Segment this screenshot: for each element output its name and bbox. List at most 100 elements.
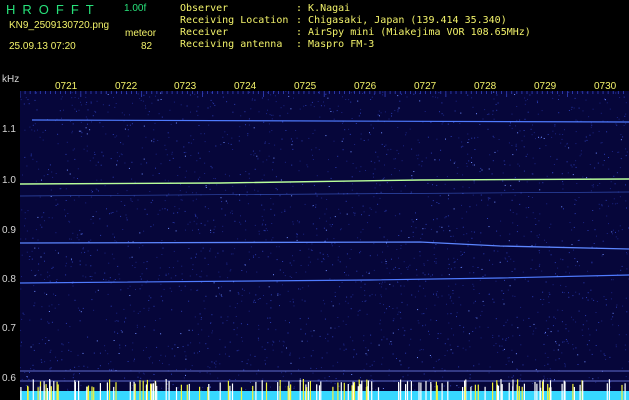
noise-pixel [231, 137, 233, 139]
noise-pixel [171, 290, 173, 292]
noise-pixel [532, 212, 534, 214]
noise-pixel [400, 311, 401, 313]
y-tick-0-8: 0.8 [2, 274, 16, 285]
noise-pixel [41, 216, 43, 218]
noise-pixel [185, 191, 187, 193]
noise-pixel [575, 131, 577, 133]
noise-pixel [575, 160, 577, 162]
noise-pixel [424, 274, 426, 276]
noise-pixel [71, 259, 72, 261]
noise-pixel [603, 160, 605, 161]
spectrogram-background [20, 91, 629, 400]
noise-pixel [550, 223, 552, 225]
noise-pixel [482, 118, 484, 120]
noise-pixel [377, 156, 379, 158]
noise-pixel [198, 125, 200, 126]
noise-pixel [117, 193, 119, 195]
noise-pixel [53, 293, 54, 295]
noise-pixel [535, 243, 537, 245]
noise-pixel [312, 159, 314, 160]
noise-pixel [528, 207, 530, 208]
noise-pixel [509, 209, 511, 211]
noise-pixel [282, 121, 284, 123]
noise-pixel [49, 164, 51, 166]
noise-pixel [202, 247, 204, 249]
noise-pixel [568, 292, 569, 294]
noise-pixel [147, 114, 149, 116]
noise-pixel [83, 148, 85, 150]
noise-pixel [196, 223, 198, 225]
noise-pixel [325, 94, 326, 95]
noise-pixel [148, 111, 150, 113]
noise-pixel [55, 356, 57, 358]
noise-pixel [72, 374, 74, 376]
noise-pixel [170, 277, 172, 279]
noise-pixel [450, 136, 452, 137]
noise-pixel [447, 215, 449, 217]
noise-pixel [496, 109, 498, 111]
noise-pixel [253, 299, 255, 301]
noise-pixel [161, 240, 163, 241]
noise-pixel [232, 149, 234, 150]
noise-pixel [476, 113, 477, 115]
noise-pixel [164, 144, 166, 146]
noise-pixel [546, 203, 548, 205]
noise-pixel [219, 363, 221, 365]
noise-pixel [364, 283, 366, 285]
noise-pixel [100, 234, 102, 236]
y-tick-1-0: 1.0 [2, 175, 16, 186]
noise-pixel [65, 215, 66, 217]
noise-pixel [187, 344, 189, 346]
noise-pixel [351, 374, 353, 375]
noise-pixel [51, 321, 53, 323]
noise-pixel [430, 356, 432, 358]
noise-pixel [104, 345, 106, 347]
noise-pixel [463, 331, 465, 333]
noise-pixel [86, 118, 88, 120]
noise-pixel [310, 367, 312, 369]
band-spike [129, 381, 131, 400]
noise-pixel [452, 302, 454, 304]
noise-pixel [241, 337, 243, 338]
noise-pixel [139, 232, 141, 234]
noise-pixel [503, 293, 505, 294]
noise-pixel [205, 187, 207, 188]
noise-pixel [171, 153, 173, 155]
noise-pixel [258, 324, 260, 326]
noise-pixel [542, 182, 544, 184]
noise-pixel [473, 365, 475, 367]
noise-pixel [421, 233, 423, 235]
noise-pixel [595, 329, 597, 331]
noise-pixel [190, 369, 192, 370]
noise-pixel [172, 157, 174, 159]
noise-pixel [298, 221, 300, 223]
noise-pixel [111, 369, 112, 371]
noise-pixel [381, 132, 383, 134]
noise-pixel [74, 108, 76, 110]
noise-pixel [529, 326, 531, 327]
noise-pixel [495, 103, 497, 105]
noise-pixel [95, 111, 97, 113]
noise-pixel [368, 272, 370, 274]
noise-pixel [86, 101, 88, 103]
noise-pixel [568, 252, 570, 254]
noise-pixel [388, 369, 390, 371]
noise-pixel [127, 129, 129, 131]
noise-pixel [160, 295, 162, 297]
noise-pixel [613, 198, 615, 200]
noise-pixel [469, 272, 471, 274]
noise-pixel [330, 111, 332, 112]
noise-pixel [289, 262, 291, 264]
noise-pixel [458, 296, 460, 298]
noise-pixel [49, 360, 51, 362]
noise-pixel [409, 264, 411, 266]
noise-pixel [129, 114, 130, 116]
noise-pixel [52, 176, 54, 178]
noise-pixel [169, 159, 171, 161]
noise-pixel [85, 103, 87, 105]
noise-pixel [421, 165, 423, 167]
noise-pixel [598, 130, 600, 132]
noise-pixel [238, 140, 240, 142]
noise-pixel [114, 240, 116, 242]
noise-pixel [398, 235, 400, 236]
